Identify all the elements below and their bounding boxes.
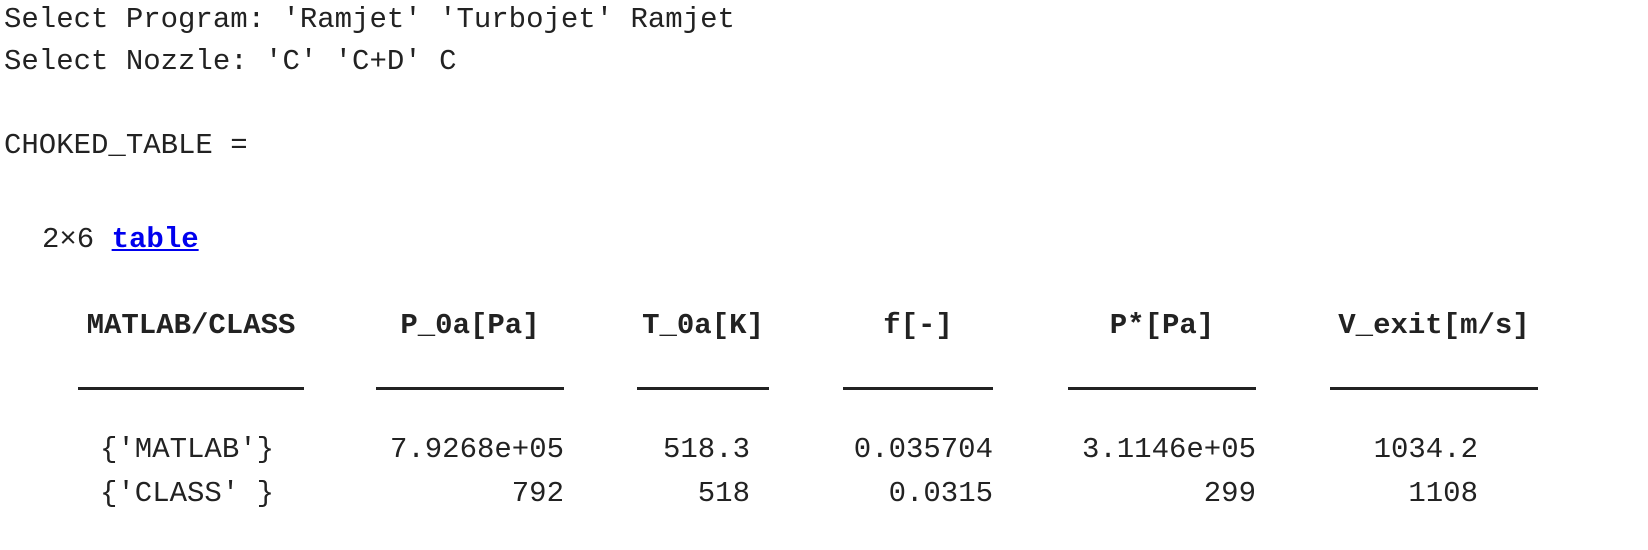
table-cell-row0-f: 0.035704	[853, 433, 993, 466]
column-header-pstar: P*[Pa]	[1109, 309, 1215, 342]
column-header-v-exit: V_exit[m/s]	[1338, 309, 1530, 342]
column-underline-v-exit	[1330, 387, 1538, 390]
table-cell-row0-matlab-class: {'MATLAB'}	[100, 433, 275, 466]
table-cell-row0-t0a: 518.3	[662, 433, 750, 466]
nozzle-prompt-line: Select Nozzle: 'C' 'C+D' C	[4, 45, 457, 78]
column-underline-p0a	[376, 387, 564, 390]
table-size-text: 2×6	[42, 223, 95, 256]
column-underline-pstar	[1068, 387, 1256, 390]
variable-name-line: CHOKED_TABLE =	[4, 129, 248, 162]
table-cell-row0-p0a: 7.9268e+05	[389, 433, 564, 466]
program-prompt-line: Select Program: 'Ramjet' 'Turbojet' Ramj…	[4, 3, 735, 36]
table-cell-row1-v-exit: 1108	[1408, 477, 1478, 510]
table-cell-row1-t0a: 518	[697, 477, 750, 510]
column-underline-t0a	[637, 387, 769, 390]
table-cell-row1-p0a: 792	[511, 477, 564, 510]
table-cell-row1-pstar: 299	[1203, 477, 1256, 510]
table-cell-row1-matlab-class: {'CLASS' }	[100, 477, 275, 510]
column-underline-matlab-class	[78, 387, 304, 390]
table-cell-row0-v-exit: 1034.2	[1373, 433, 1478, 466]
column-header-p0a: P_0a[Pa]	[400, 309, 540, 342]
column-underline-f	[843, 387, 993, 390]
table-link[interactable]: table	[112, 223, 199, 256]
column-header-matlab-class: MATLAB/CLASS	[86, 309, 296, 342]
table-cell-row1-f: 0.0315	[888, 477, 993, 510]
table-cell-row0-pstar: 3.1146e+05	[1081, 433, 1256, 466]
table-size-line: 2×6 table	[42, 222, 199, 258]
column-header-f: f[-]	[883, 309, 953, 342]
column-header-t0a: T_0a[K]	[642, 309, 764, 342]
